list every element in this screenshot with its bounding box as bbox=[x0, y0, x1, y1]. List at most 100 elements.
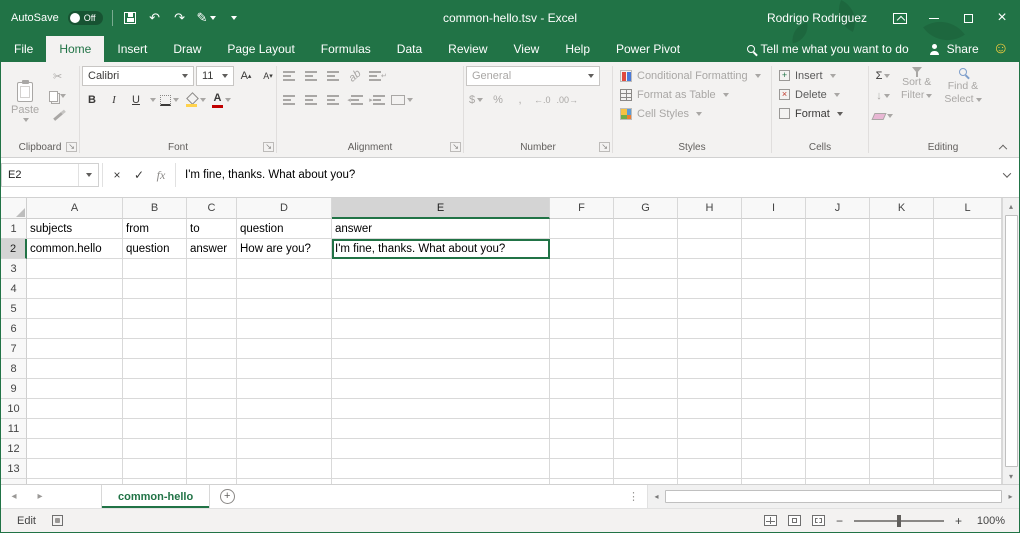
cell-A5[interactable] bbox=[27, 299, 123, 319]
cell-G4[interactable] bbox=[614, 279, 678, 299]
column-header-I[interactable]: I bbox=[742, 198, 806, 219]
increase-indent-button[interactable]: ▸ bbox=[367, 90, 387, 110]
select-all-corner[interactable] bbox=[1, 198, 27, 219]
insert-cells-button[interactable]: + Insert bbox=[774, 66, 866, 85]
scroll-left-button[interactable]: ◂ bbox=[648, 492, 665, 501]
cell-C8[interactable] bbox=[187, 359, 237, 379]
column-header-J[interactable]: J bbox=[806, 198, 870, 219]
cell-J13[interactable] bbox=[806, 459, 870, 479]
redo-button[interactable]: ↷ bbox=[172, 6, 188, 30]
cell-J8[interactable] bbox=[806, 359, 870, 379]
align-bottom-button[interactable] bbox=[323, 66, 343, 86]
cell-D3[interactable] bbox=[237, 259, 332, 279]
cell-J9[interactable] bbox=[806, 379, 870, 399]
cell-E9[interactable] bbox=[332, 379, 550, 399]
sheet-nav-left-button[interactable]: ◂ bbox=[1, 485, 27, 508]
cell-G3[interactable] bbox=[614, 259, 678, 279]
tab-draw[interactable]: Draw bbox=[160, 36, 214, 62]
cell-K8[interactable] bbox=[870, 359, 934, 379]
maximize-button[interactable] bbox=[951, 0, 985, 36]
cell-A12[interactable] bbox=[27, 439, 123, 459]
cell-I4[interactable] bbox=[742, 279, 806, 299]
cell-F10[interactable] bbox=[550, 399, 614, 419]
user-name[interactable]: Rodrigo Rodriguez bbox=[767, 11, 867, 25]
cell-A11[interactable] bbox=[27, 419, 123, 439]
tab-insert[interactable]: Insert bbox=[104, 36, 160, 62]
row-header-5[interactable]: 5 bbox=[1, 299, 27, 319]
cell-E4[interactable] bbox=[332, 279, 550, 299]
italic-button[interactable]: I bbox=[104, 90, 124, 110]
column-header-H[interactable]: H bbox=[678, 198, 742, 219]
name-box-dropdown[interactable] bbox=[78, 164, 92, 186]
cell-A6[interactable] bbox=[27, 319, 123, 339]
cell-D10[interactable] bbox=[237, 399, 332, 419]
cell-A8[interactable] bbox=[27, 359, 123, 379]
cell-I2[interactable] bbox=[742, 239, 806, 259]
cell-L2[interactable] bbox=[934, 239, 1002, 259]
column-header-K[interactable]: K bbox=[870, 198, 934, 219]
cell-H11[interactable] bbox=[678, 419, 742, 439]
decrease-font-size-button[interactable]: A▾ bbox=[258, 66, 278, 86]
paste-button[interactable]: Paste bbox=[3, 64, 47, 140]
cell-F7[interactable] bbox=[550, 339, 614, 359]
cell-K6[interactable] bbox=[870, 319, 934, 339]
chevron-down-icon[interactable] bbox=[150, 98, 156, 102]
tab-home[interactable]: Home bbox=[46, 36, 104, 62]
font-color-button[interactable]: A bbox=[210, 90, 233, 110]
font-size-combo[interactable]: 11 bbox=[196, 66, 234, 86]
cell-I5[interactable] bbox=[742, 299, 806, 319]
row-header-6[interactable]: 6 bbox=[1, 319, 27, 339]
cell-D13[interactable] bbox=[237, 459, 332, 479]
cell-F4[interactable] bbox=[550, 279, 614, 299]
row-header-1[interactable]: 1 bbox=[1, 219, 27, 239]
page-break-view-button[interactable] bbox=[812, 515, 825, 526]
autosum-button[interactable]: Σ bbox=[871, 66, 895, 86]
formula-input[interactable]: I'm fine, thanks. What about you? bbox=[179, 163, 997, 187]
cell-I3[interactable] bbox=[742, 259, 806, 279]
cell-C3[interactable] bbox=[187, 259, 237, 279]
cell-L1[interactable] bbox=[934, 219, 1002, 239]
cell-G7[interactable] bbox=[614, 339, 678, 359]
cell-H6[interactable] bbox=[678, 319, 742, 339]
cell-C10[interactable] bbox=[187, 399, 237, 419]
cell-C1[interactable]: to bbox=[187, 219, 237, 239]
tab-page-layout[interactable]: Page Layout bbox=[214, 36, 307, 62]
formula-bar-expand-button[interactable] bbox=[997, 163, 1017, 187]
cell-B2[interactable]: question bbox=[123, 239, 187, 259]
cell-A13[interactable] bbox=[27, 459, 123, 479]
cell-B11[interactable] bbox=[123, 419, 187, 439]
cell-A4[interactable] bbox=[27, 279, 123, 299]
cell-J2[interactable] bbox=[806, 239, 870, 259]
cell-H5[interactable] bbox=[678, 299, 742, 319]
cell-B9[interactable] bbox=[123, 379, 187, 399]
collapse-ribbon-button[interactable] bbox=[994, 139, 1012, 153]
find-select-button[interactable]: Find & Select bbox=[938, 64, 987, 140]
sheet-tab-common-hello[interactable]: common-hello bbox=[101, 485, 210, 508]
cell-L12[interactable] bbox=[934, 439, 1002, 459]
cut-button[interactable]: ✂ bbox=[47, 66, 68, 86]
zoom-out-button[interactable]: − bbox=[836, 514, 843, 528]
cell-G10[interactable] bbox=[614, 399, 678, 419]
cancel-entry-button[interactable]: × bbox=[106, 163, 128, 187]
cell-H7[interactable] bbox=[678, 339, 742, 359]
cell-B3[interactable] bbox=[123, 259, 187, 279]
horizontal-scroll-thumb[interactable] bbox=[665, 490, 1002, 503]
cell-F9[interactable] bbox=[550, 379, 614, 399]
cell-H8[interactable] bbox=[678, 359, 742, 379]
align-left-button[interactable] bbox=[279, 90, 299, 110]
cell-I8[interactable] bbox=[742, 359, 806, 379]
cell-K4[interactable] bbox=[870, 279, 934, 299]
cell-C13[interactable] bbox=[187, 459, 237, 479]
cell-E7[interactable] bbox=[332, 339, 550, 359]
cell-A1[interactable]: subjects bbox=[27, 219, 123, 239]
share-button[interactable]: Share bbox=[919, 36, 989, 62]
cell-E6[interactable] bbox=[332, 319, 550, 339]
cell-C7[interactable] bbox=[187, 339, 237, 359]
fill-color-button[interactable] bbox=[183, 90, 208, 110]
cell-L3[interactable] bbox=[934, 259, 1002, 279]
cell-K12[interactable] bbox=[870, 439, 934, 459]
number-format-combo[interactable]: General bbox=[466, 66, 600, 86]
cell-I6[interactable] bbox=[742, 319, 806, 339]
cell-F5[interactable] bbox=[550, 299, 614, 319]
row-header-2[interactable]: 2 bbox=[1, 239, 27, 259]
